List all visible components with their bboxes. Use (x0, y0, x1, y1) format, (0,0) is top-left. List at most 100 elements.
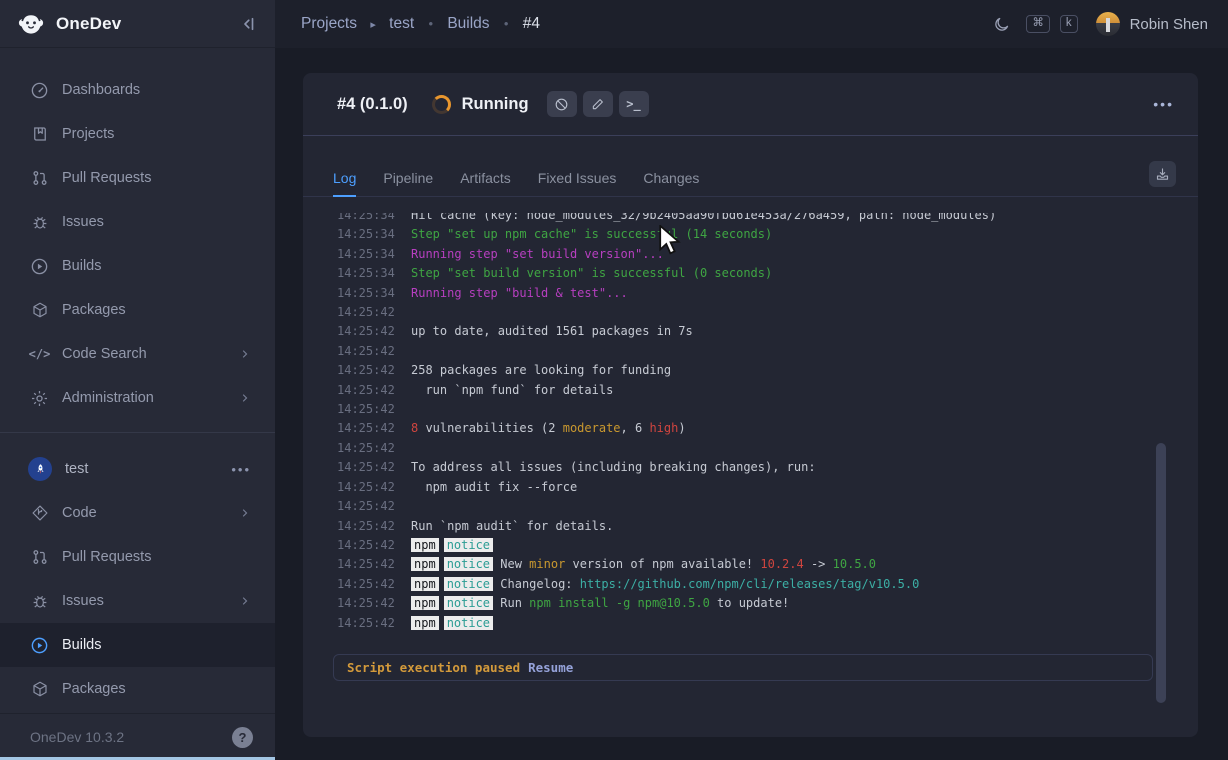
log-line: 14:25:34Step "set build version" is succ… (337, 264, 1138, 283)
package-cube-icon (30, 680, 49, 699)
sidebar-item-project-packages[interactable]: Packages (0, 667, 275, 711)
log-line: 14:25:42 (337, 439, 1138, 458)
breadcrumb-builds[interactable]: Builds (447, 15, 489, 32)
log-line: 14:25:42258 packages are looking for fun… (337, 361, 1138, 380)
pause-notice: Script execution paused Resume (333, 654, 1153, 681)
log-line: 14:25:34Step "set up npm cache" is succe… (337, 225, 1138, 244)
sidebar-item-project-pull-requests[interactable]: Pull Requests (0, 535, 275, 579)
app-title: OneDev (56, 14, 121, 34)
sidebar-item-label: Code Search (62, 346, 147, 362)
sidebar-item-label: Pull Requests (62, 170, 151, 186)
more-actions-icon[interactable]: ••• (1153, 96, 1174, 112)
tab-artifacts[interactable]: Artifacts (460, 160, 511, 196)
build-tabs: Log Pipeline Artifacts Fixed Issues Chan… (303, 160, 1198, 197)
breadcrumb-arrow-separator: ▸ (370, 19, 376, 31)
sidebar-project-row[interactable]: test ••• (0, 447, 275, 491)
play-circle-icon (30, 257, 49, 276)
cancel-build-button[interactable] (547, 91, 577, 117)
log-line: 14:25:42npmnotice Run npm install -g npm… (337, 594, 1138, 613)
sidebar-item-label: Builds (62, 637, 102, 653)
breadcrumb-project-test[interactable]: test (389, 15, 414, 32)
user-name[interactable]: Robin Shen (1130, 16, 1208, 33)
bug-icon (30, 213, 49, 232)
build-log: 14:25:34Hit cache (key: node_modules_32/… (337, 213, 1138, 646)
moon-icon[interactable] (993, 16, 1010, 33)
dashboard-gauge-icon (30, 81, 49, 100)
pull-request-icon (30, 169, 49, 188)
log-line: 14:25:34Running step "set build version"… (337, 245, 1138, 264)
sidebar-item-label: Issues (62, 214, 104, 230)
chevron-right-icon (239, 348, 251, 360)
chevron-right-icon (239, 595, 251, 607)
sidebar-item-administration[interactable]: Administration (0, 376, 275, 420)
sidebar-footer: OneDev 10.3.2 ? (0, 713, 275, 760)
package-cube-icon (30, 301, 49, 320)
sidebar-item-packages[interactable]: Packages (0, 288, 275, 332)
code-search-icon: </> (30, 345, 49, 364)
projects-book-icon (30, 125, 49, 144)
git-branch-icon (30, 504, 49, 523)
play-circle-icon (30, 636, 49, 655)
sidebar-divider (0, 432, 275, 433)
sidebar-item-code-search[interactable]: </> Code Search (0, 332, 275, 376)
log-line: 14:25:34Running step "build & test"... (337, 284, 1138, 303)
log-line: 14:25:42Run `npm audit` for details. (337, 517, 1138, 536)
sidebar-item-project-builds[interactable]: Builds (0, 623, 275, 667)
log-scrollbar[interactable] (1156, 443, 1166, 703)
sidebar-item-builds[interactable]: Builds (0, 244, 275, 288)
project-more-icon[interactable]: ••• (231, 462, 251, 477)
sidebar: OneDev Dashboards Projects Pull Requests… (0, 0, 275, 760)
log-line: 14:25:42 (337, 342, 1138, 361)
download-log-icon[interactable] (1149, 161, 1176, 187)
sidebar-item-pull-requests[interactable]: Pull Requests (0, 156, 275, 200)
edit-build-button[interactable] (583, 91, 613, 117)
sidebar-item-issues[interactable]: Issues (0, 200, 275, 244)
chevron-right-icon (239, 392, 251, 404)
build-title: #4 (0.1.0) (337, 95, 408, 114)
sidebar-item-dashboards[interactable]: Dashboards (0, 68, 275, 112)
breadcrumb-build-number: #4 (523, 15, 540, 32)
k-key-badge[interactable]: k (1060, 15, 1078, 33)
pause-text: Script execution paused (347, 660, 520, 675)
topbar-right: ⌘ k Robin Shen (993, 12, 1208, 36)
sidebar-item-project-issues[interactable]: Issues (0, 579, 275, 623)
help-icon[interactable]: ? (232, 727, 253, 748)
breadcrumb-projects[interactable]: Projects (301, 15, 357, 32)
log-line: 14:25:42 (337, 400, 1138, 419)
sidebar-item-projects[interactable]: Projects (0, 112, 275, 156)
sidebar-item-label: Packages (62, 681, 126, 697)
log-line: 14:25:42 (337, 303, 1138, 322)
tab-log[interactable]: Log (333, 160, 356, 196)
log-line: 14:25:42npmnotice (337, 536, 1138, 555)
build-status: Running (462, 95, 529, 114)
tab-fixed-issues[interactable]: Fixed Issues (538, 160, 617, 196)
sidebar-item-label: Issues (62, 593, 104, 609)
resume-link[interactable]: Resume (528, 660, 573, 675)
main-content: #4 (0.1.0) Running >_ ••• Log Pipeline A… (275, 48, 1228, 760)
sidebar-item-code[interactable]: Code (0, 491, 275, 535)
terminal-button[interactable]: >_ (619, 91, 649, 117)
rocket-avatar-icon (28, 457, 52, 481)
tab-changes[interactable]: Changes (643, 160, 699, 196)
log-lines: 14:25:34Hit cache (key: node_modules_32/… (337, 213, 1138, 633)
log-line: 14:25:42npmnotice (337, 614, 1138, 633)
breadcrumb-dot-separator: • (504, 16, 509, 31)
sidebar-item-label: Pull Requests (62, 549, 151, 565)
log-line: 14:25:42To address all issues (including… (337, 458, 1138, 477)
pull-request-icon (30, 548, 49, 567)
sidebar-item-label: Projects (62, 126, 114, 142)
cmd-key-badge[interactable]: ⌘ (1026, 15, 1050, 33)
project-name: test (65, 461, 88, 477)
breadcrumb: Projects ▸ test • Builds • #4 (301, 15, 540, 33)
log-line: 14:25:42 run `npm fund` for details (337, 381, 1138, 400)
sidebar-item-label: Builds (62, 258, 102, 274)
chevron-right-icon (239, 507, 251, 519)
sidebar-item-label: Administration (62, 390, 154, 406)
log-line: 14:25:42 npm audit fix --force (337, 478, 1138, 497)
collapse-sidebar-icon[interactable] (239, 15, 257, 33)
log-line: 14:25:42 (337, 497, 1138, 516)
app-version: OneDev 10.3.2 (30, 729, 124, 745)
sidebar-header: OneDev (0, 0, 275, 48)
avatar[interactable] (1096, 12, 1120, 36)
tab-pipeline[interactable]: Pipeline (383, 160, 433, 196)
